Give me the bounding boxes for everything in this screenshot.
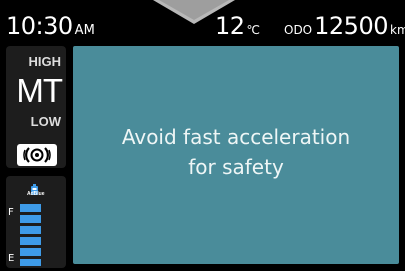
message-line: for safety [188,155,284,179]
time-ampm: AM [74,23,95,38]
gauge-bar [20,226,41,234]
gauge-bar [20,204,41,212]
status-bar: 10:30 AM 12 ℃ ODO 12500 km [0,0,405,42]
gauge-empty-label: E [8,253,15,264]
instrument-display: 10:30 AM 12 ℃ ODO 12500 km HIGH MT LOW A… [0,0,405,271]
temperature-value: 12 [215,12,245,40]
safety-message: Avoid fast acceleration for safety [73,122,399,182]
left-indicator-column: HIGH MT LOW AdBlue F E [6,46,66,268]
adblue-label: AdBlue [27,191,45,197]
gauge-bar [20,237,41,245]
temperature-unit: ℃ [246,23,261,37]
time-value: 10:30 [6,12,73,40]
outside-temperature: 12 ℃ [215,12,260,40]
gauge-bar [20,248,41,256]
message-panel: Avoid fast acceleration for safety [73,46,399,264]
odometer-value: 12500 [314,12,388,40]
gauge-bar [20,215,41,223]
odometer-label: ODO [284,23,313,37]
odometer: ODO 12500 km [284,12,405,40]
diff-lock-icon [17,144,57,166]
gear-high-label: HIGH [28,54,62,69]
odometer-unit: km [390,23,405,37]
message-line: Avoid fast acceleration [121,125,351,149]
adblue-gauge: AdBlue F E [6,176,66,268]
gauge-full-label: F [8,207,14,218]
clock: 10:30 AM [6,12,95,40]
gauge-bar [20,259,41,266]
gear-mode-label: MT [16,72,63,109]
gear-low-label: LOW [30,114,61,129]
transmission-panel: HIGH MT LOW [6,46,66,168]
